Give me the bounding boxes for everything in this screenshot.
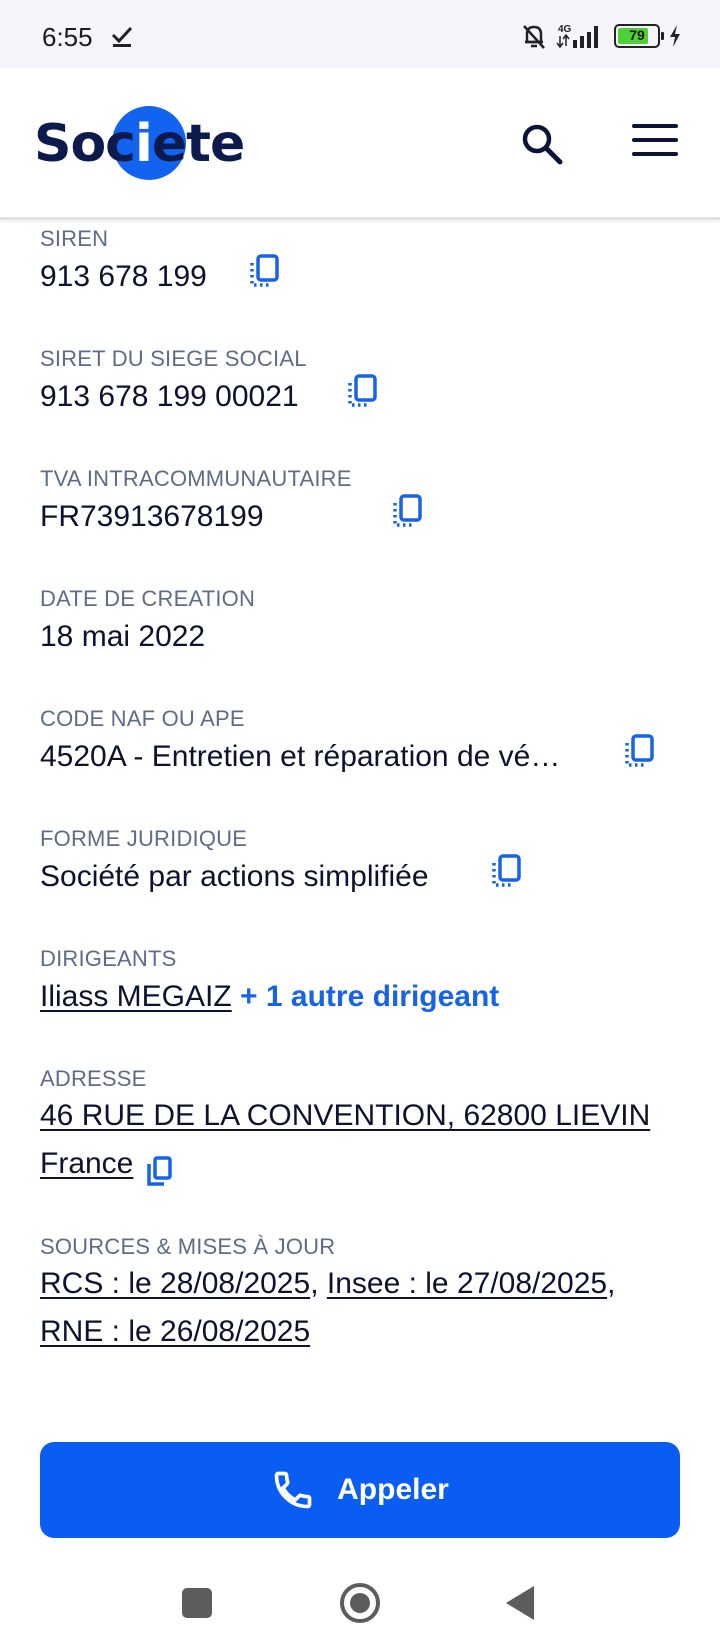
tva-label: TVA INTRACOMMUNAUTAIRE [40, 466, 352, 491]
network-type: 4G [558, 24, 572, 35]
naf-value: 4520A - Entretien et réparation de vé… [40, 740, 561, 773]
creation-value: 18 mai 2022 [40, 620, 206, 653]
call-button-label: Appeler [337, 1473, 449, 1506]
field-address: ADRESSE 46 RUE DE LA CONVENTION, 62800 L… [40, 1066, 650, 1188]
status-time: 6:55 [42, 22, 93, 52]
more-executives-link[interactable]: + 1 autre dirigeant [240, 980, 499, 1013]
field-siret: SIRET DU SIEGE SOCIAL 913 678 199 00021 [40, 346, 307, 414]
recents-icon[interactable] [182, 1588, 212, 1618]
bell-off-icon [523, 25, 545, 49]
rcs-source-link[interactable]: RCS : le 28/08/2025 [40, 1267, 310, 1300]
siren-label: SIREN [40, 226, 109, 251]
call-button[interactable]: Appeler [40, 1442, 680, 1538]
phone-icon [274, 1471, 312, 1509]
field-sources: SOURCES & MISES À JOUR RCS : le 28/08/20… [40, 1234, 616, 1348]
copy-icon[interactable] [623, 733, 657, 771]
battery-icon: 79 [614, 24, 664, 48]
executive-link[interactable]: Iliass MEGAIZ [40, 980, 232, 1013]
executives-label: DIRIGEANTS [40, 946, 177, 971]
address-link-line1[interactable]: 46 RUE DE LA CONVENTION, 62800 LIEVIN [40, 1099, 650, 1132]
copy-icon[interactable] [391, 493, 425, 531]
search-icon[interactable] [518, 120, 566, 168]
societe-logo[interactable]: Societe [34, 106, 264, 182]
back-icon[interactable] [506, 1586, 534, 1620]
naf-label: CODE NAF OU APE [40, 706, 245, 731]
status-bar: 6:55 4G 79 [0, 0, 720, 68]
home-icon[interactable] [340, 1583, 380, 1623]
creation-label: DATE DE CREATION [40, 586, 256, 611]
sources-label: SOURCES & MISES À JOUR [40, 1234, 336, 1259]
hamburger-menu-icon[interactable] [632, 124, 678, 164]
field-tva: TVA INTRACOMMUNAUTAIRE FR73913678199 [40, 466, 352, 534]
legal-form-value: Société par actions simplifiée [40, 860, 429, 893]
address-label: ADRESSE [40, 1066, 147, 1091]
rne-source-link[interactable]: RNE : le 26/08/2025 [40, 1315, 310, 1348]
insee-source-link[interactable]: Insee : le 27/08/2025 [327, 1267, 607, 1300]
checkmark-icon [111, 26, 133, 47]
copy-icon[interactable] [490, 853, 524, 891]
copy-icon[interactable] [346, 373, 380, 411]
legal-form-label: FORME JURIDIQUE [40, 826, 248, 851]
signal-icon: 4G [556, 24, 598, 49]
field-legal-form: FORME JURIDIQUE Société par actions simp… [40, 826, 429, 894]
tva-value: FR73913678199 [40, 500, 264, 533]
siret-label: SIRET DU SIEGE SOCIAL [40, 346, 307, 371]
siret-value: 913 678 199 00021 [40, 380, 299, 413]
field-creation-date: DATE DE CREATION 18 mai 2022 [40, 586, 255, 654]
app-header: Societe [0, 68, 720, 220]
charging-icon [670, 25, 680, 47]
copy-icon[interactable] [146, 1156, 174, 1188]
field-naf: CODE NAF OU APE 4520A - Entretien et rép… [40, 706, 560, 774]
address-link-line2[interactable]: France [40, 1147, 133, 1180]
siren-value: 913 678 199 [40, 260, 207, 293]
field-siren: SIREN 913 678 199 [40, 226, 207, 294]
system-nav-bar [0, 1548, 720, 1640]
status-icons: 4G 79 [520, 22, 682, 50]
battery-level: 79 [629, 27, 645, 43]
copy-icon[interactable] [248, 253, 282, 291]
field-executives: DIRIGEANTS Iliass MEGAIZ + 1 autre dirig… [40, 946, 499, 1014]
